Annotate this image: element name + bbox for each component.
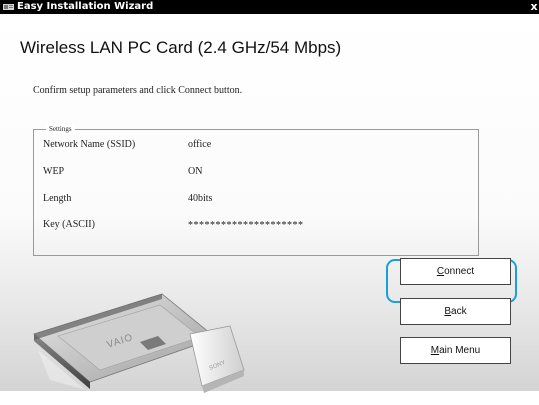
ssid-value: office: [188, 139, 212, 150]
main-menu-mnemonic: M: [430, 345, 440, 356]
wep-value: ON: [188, 166, 203, 177]
wizard-app-icon: [3, 4, 14, 10]
ssid-label: Network Name (SSID): [43, 139, 136, 150]
settings-group: Settings Network Name (SSID) office WEP …: [33, 124, 479, 256]
instruction-text: Confirm setup parameters and click Conne…: [33, 85, 243, 96]
connect-button[interactable]: Connect: [400, 258, 511, 285]
main-menu-button[interactable]: Main Menu: [400, 337, 511, 364]
page-title: Wireless LAN PC Card (2.4 GHz/54 Mbps): [20, 38, 342, 57]
close-icon[interactable]: x: [529, 0, 539, 14]
back-label: ack: [451, 306, 467, 317]
wep-label: WEP: [43, 166, 65, 177]
main-menu-label: ain Menu: [439, 345, 481, 356]
window-title: Easy Installation Wizard: [17, 1, 154, 12]
connect-label: onnect: [444, 266, 475, 277]
connect-mnemonic: C: [436, 266, 445, 277]
settings-legend: Settings: [46, 124, 75, 134]
back-button[interactable]: Back: [400, 298, 511, 325]
wizard-content: Wireless LAN PC Card (2.4 GHz/54 Mbps) C…: [0, 14, 539, 402]
title-bar: Easy Installation Wizard x: [0, 0, 539, 14]
length-label: Length: [43, 193, 72, 204]
length-value: 40bits: [188, 193, 213, 204]
pc-card-illustration: VAIO SONY: [33, 293, 245, 402]
key-label: Key (ASCII): [43, 219, 95, 230]
key-value: *********************: [188, 220, 304, 231]
